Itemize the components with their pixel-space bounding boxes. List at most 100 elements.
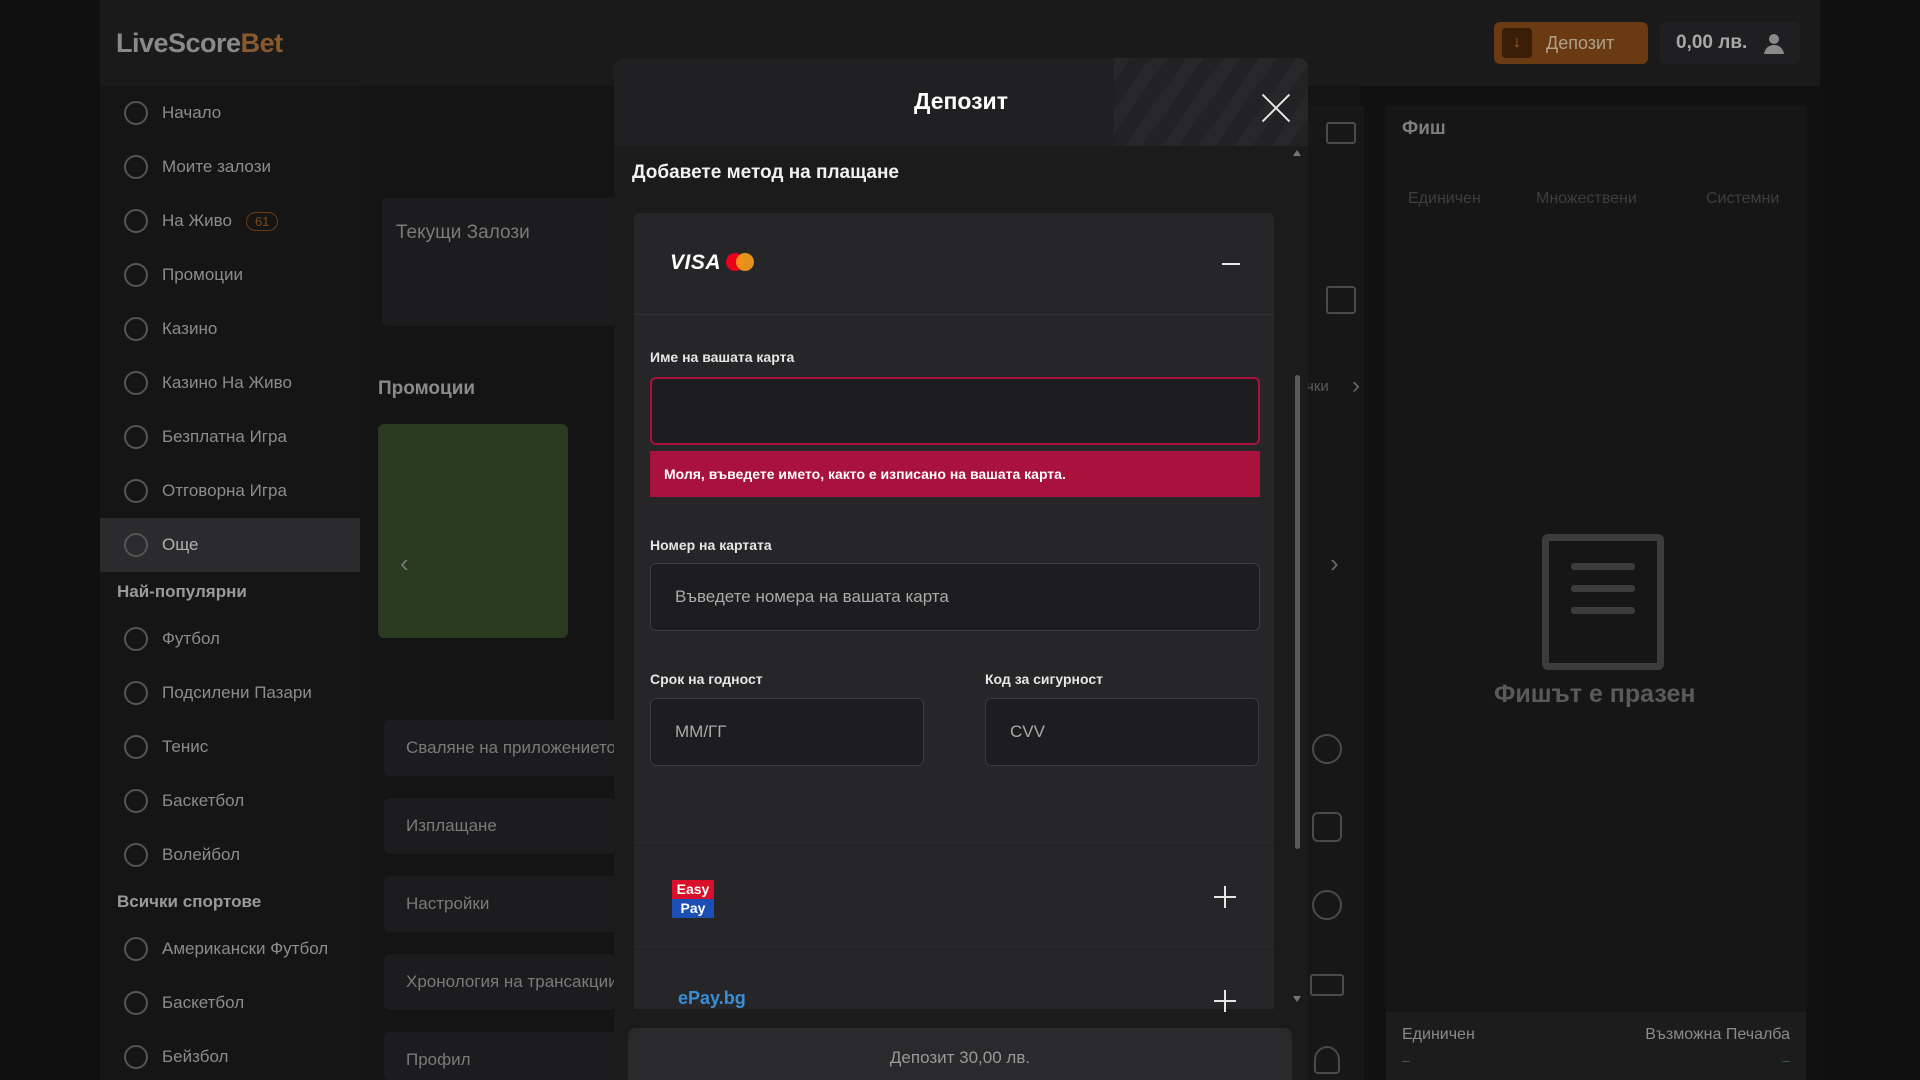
gear-icon[interactable] (1312, 890, 1342, 920)
bets-icon (124, 155, 148, 179)
casino-icon (124, 317, 148, 341)
balance-display[interactable]: 0,00 лв. (1660, 22, 1800, 64)
menu-settings[interactable]: Настройки (384, 876, 616, 932)
sidebar-item-responsible-gaming[interactable]: Отговорна Игра (100, 464, 360, 518)
sidebar-item-football[interactable]: Футбол (100, 612, 360, 666)
tennis-icon (124, 735, 148, 759)
page-gutter-left (0, 0, 100, 1080)
card-number-label: Номер на картата (650, 537, 772, 553)
all-sports-section-title: Всички спортове (117, 892, 262, 911)
menu-transaction-history[interactable]: Хронология на трансакциите (384, 954, 616, 1010)
sidebar-item-basketball-2[interactable]: Баскетбол (100, 976, 360, 1030)
free-game-icon (124, 425, 148, 449)
sidebar-item-label: Начало (162, 103, 222, 122)
sidebar-item-live[interactable]: На Живо 61 (100, 194, 360, 248)
sidebar-item-volleyball[interactable]: Волейбол (100, 828, 360, 882)
expand-icon[interactable] (1214, 990, 1236, 1012)
card-name-input[interactable] (650, 377, 1260, 445)
footer-potential-win-label: Възможна Печалба (1645, 1026, 1790, 1043)
menu-profile[interactable]: Профил (384, 1032, 616, 1080)
current-bets-card[interactable]: Текущи Залози (382, 198, 622, 326)
sidebar-item-basketball[interactable]: Баскетбол (100, 774, 360, 828)
sidebar-item-american-football[interactable]: Американски Футбол (100, 922, 360, 976)
cvv-input[interactable]: CVV (985, 698, 1259, 766)
sidebar-item-label: Бейзбол (162, 1047, 229, 1066)
sidebar-item-label: На Живо (162, 211, 232, 230)
expand-icon[interactable] (1214, 886, 1236, 908)
payment-method-epay[interactable]: ePay.bg (634, 949, 1274, 1012)
sidebar-item-label: Баскетбол (162, 791, 245, 810)
sidebar-item-home[interactable]: Начало (100, 86, 360, 140)
collapse-icon[interactable] (1222, 263, 1240, 265)
sidebar-item-label: Казино На Живо (162, 373, 292, 392)
baseball-icon (124, 1045, 148, 1069)
sidebar-item-my-bets[interactable]: Моите залози (100, 140, 360, 194)
header-deposit-label: Депозит (1546, 32, 1615, 53)
sidebar-item-label: Волейбол (162, 845, 241, 864)
deposit-submit-button[interactable]: Депозит 30,00 лв. (628, 1028, 1292, 1080)
sidebar-item-label: Американски Футбол (162, 939, 329, 958)
promo-more-link[interactable]: чки (1306, 378, 1329, 395)
sidebar-item-more[interactable]: Още (100, 518, 360, 572)
sidebar-item-live-casino[interactable]: Казино На Живо (100, 356, 360, 410)
easypay-logo-bottom: Pay (672, 899, 714, 918)
mail-icon[interactable] (1326, 122, 1356, 144)
payment-method-heading: Добавете метод на плащане (632, 162, 900, 183)
bet-slip-empty-text: Фишът е празен (1494, 680, 1696, 708)
upload-icon[interactable] (1312, 812, 1342, 842)
carousel-next-icon[interactable]: › (1330, 548, 1339, 579)
card-number-input[interactable]: Въведете номера на вашата карта (650, 563, 1260, 631)
close-icon[interactable] (1260, 92, 1292, 124)
receipt-icon (1542, 534, 1664, 670)
sidebar-item-casino[interactable]: Казино (100, 302, 360, 356)
promo-banner-image[interactable] (378, 424, 568, 638)
download-icon: ↓ (1502, 28, 1532, 58)
chevron-right-icon[interactable]: › (1352, 372, 1360, 400)
profile-icon[interactable] (1314, 1046, 1340, 1074)
menu-withdrawal[interactable]: Изплащане (384, 798, 616, 854)
sidebar-item-promotions[interactable]: Промоции (100, 248, 360, 302)
footer-single-value: – (1402, 1052, 1410, 1068)
expiry-input[interactable]: ММ/ГГ (650, 698, 924, 766)
scroll-down-arrow[interactable] (1293, 996, 1301, 1002)
tab-multiple[interactable]: Множествени (1536, 190, 1637, 208)
scrollbar[interactable] (1295, 375, 1300, 849)
bet-slip-title: Фиш (1402, 118, 1446, 139)
visa-header[interactable]: VISA (634, 213, 1274, 315)
tab-system[interactable]: Системни (1706, 190, 1779, 208)
scroll-up-arrow[interactable] (1293, 150, 1301, 156)
sidebar-item-tennis[interactable]: Тенис (100, 720, 360, 774)
card-name-label: Име на вашата карта (650, 349, 795, 365)
shield-icon (124, 479, 148, 503)
deposit-modal: Депозит Добавете метод на плащане VISA И… (614, 58, 1308, 1080)
chevron-left-icon[interactable]: ‹ (400, 548, 409, 579)
header-deposit-button[interactable]: ↓ Депозит (1494, 22, 1648, 64)
sidebar-item-free-game[interactable]: Безплатна Игра (100, 410, 360, 464)
current-bets-title: Текущи Залози (396, 222, 530, 243)
american-football-icon (124, 937, 148, 961)
sidebar-item-label: Футбол (162, 629, 220, 648)
sidebar-item-boosted[interactable]: Подсилени Пазари (100, 666, 360, 720)
basketball-icon (124, 991, 148, 1015)
payment-method-easypay[interactable]: Easy Pay (634, 845, 1274, 949)
card-name-error: Моля, въведете името, както е изписано н… (650, 451, 1260, 497)
gift-icon[interactable] (1326, 286, 1356, 314)
page-gutter-right (1820, 0, 1920, 1080)
basketball-icon (124, 789, 148, 813)
modal-header: Депозит (614, 58, 1308, 146)
sidebar-item-baseball[interactable]: Бейзбол (100, 1030, 360, 1080)
tab-single[interactable]: Единичен (1408, 190, 1481, 208)
sidebar-item-label: Моите залози (162, 157, 271, 176)
menu-download-app[interactable]: Сваляне на приложението (384, 720, 616, 776)
visa-logo: VISA (670, 251, 722, 274)
logo-text: LiveScore (116, 28, 241, 58)
download-circle-icon[interactable] (1312, 734, 1342, 764)
more-icon (124, 533, 148, 557)
sidebar-item-label: Тенис (162, 737, 209, 756)
cvv-label: Код за сигурност (985, 671, 1103, 687)
user-icon (1764, 34, 1784, 54)
card-icon[interactable] (1310, 974, 1344, 996)
modal-title: Депозит (914, 88, 1008, 114)
logo[interactable]: LiveScoreBet (116, 28, 283, 59)
mastercard-icon (726, 253, 756, 273)
